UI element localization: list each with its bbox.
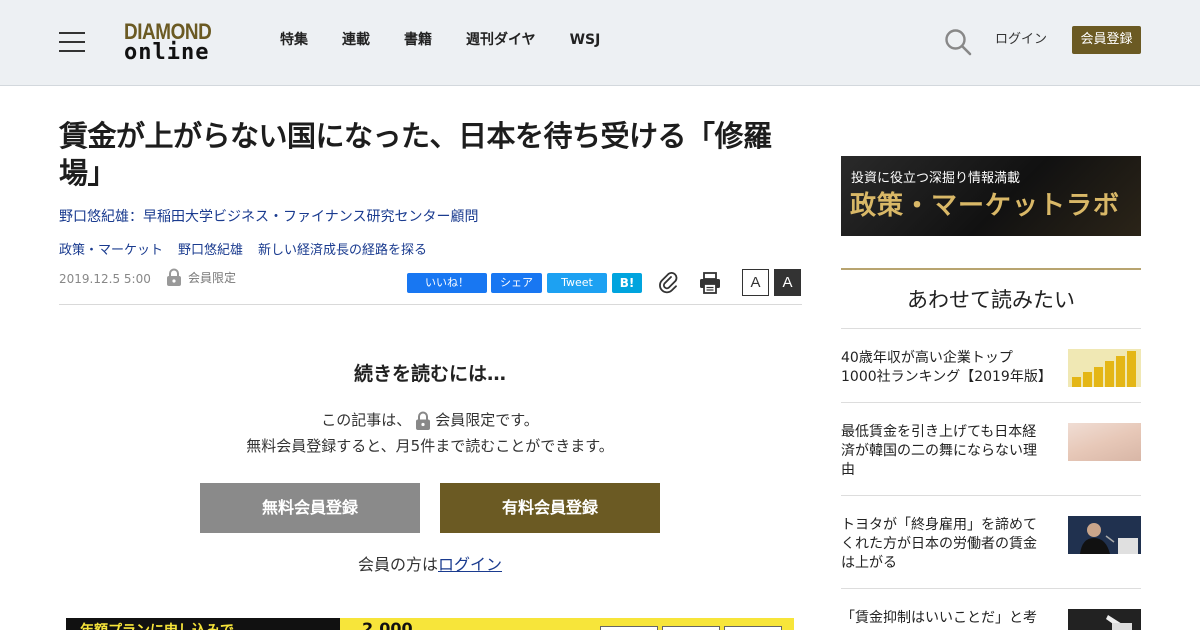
related-divider bbox=[841, 588, 1141, 589]
bottom-banner-text: 年額プランに申し込みで bbox=[80, 620, 234, 630]
banner-subtitle: 投資に役立つ深掘り情報満載 bbox=[851, 171, 1021, 186]
login-link[interactable]: ログイン bbox=[995, 31, 1047, 49]
paywall-heading: 続きを読むには… bbox=[353, 363, 506, 385]
policy-market-lab-banner[interactable]: 投資に役立つ深掘り情報満載 政策・マーケットラボ bbox=[841, 156, 1141, 236]
site-header: DIAMOND online 特集 連載 書籍 週刊ダイヤ WSJ ログイン 会… bbox=[0, 0, 1200, 86]
main-nav: 特集 連載 書籍 週刊ダイヤ WSJ bbox=[280, 31, 634, 49]
related-divider bbox=[841, 495, 1141, 496]
related-article-title[interactable]: 40歳年収が高い企業トップ1000社ランキング【2019年版】 bbox=[841, 349, 1052, 387]
bottom-banner-box bbox=[662, 626, 720, 630]
member-only-label: 会員限定 bbox=[188, 270, 237, 285]
banner-title: 政策・マーケットラボ bbox=[850, 191, 1121, 221]
article-title: 賃金が上がらない国になった、日本を待ち受ける「修羅場」 bbox=[59, 119, 772, 190]
sidebar-rule bbox=[841, 268, 1141, 270]
lock-icon bbox=[167, 268, 181, 286]
copy-link-icon[interactable] bbox=[658, 272, 680, 294]
facebook-share-button[interactable]: シェア bbox=[491, 273, 542, 293]
paywall-login-link[interactable]: ログイン bbox=[438, 555, 502, 574]
bottom-ad-banner[interactable]: 年額プランに申し込みで 2,000 bbox=[66, 618, 794, 630]
paywall-description: 無料会員登録すると、月5件まで読むことができます。 bbox=[246, 437, 614, 455]
tweet-button[interactable]: Tweet bbox=[547, 273, 607, 293]
related-article-title[interactable]: 「賃金抑制はいいことだ」と考 bbox=[841, 609, 1046, 628]
paywall-notice: この記事は、 会員限定です。 bbox=[0, 409, 860, 431]
article-tags: 政策・マーケット 野口悠紀雄 新しい経済成長の経路を探る bbox=[59, 241, 442, 261]
facebook-like-label: いいね！ bbox=[425, 276, 469, 289]
tag-policy-market[interactable]: 政策・マーケット bbox=[59, 241, 163, 261]
member-only-badge: 会員限定 bbox=[166, 268, 236, 286]
print-icon[interactable] bbox=[699, 272, 721, 294]
paywall-login-prefix: 会員の方は bbox=[357, 555, 438, 574]
bottom-banner-box bbox=[600, 626, 658, 630]
related-article-thumbnail[interactable] bbox=[1068, 423, 1141, 461]
font-size-small-button[interactable]: A bbox=[742, 269, 769, 296]
related-heading: あわせて読みたい bbox=[907, 288, 1075, 312]
speaker-photo-icon bbox=[1068, 516, 1141, 554]
nav-item-books[interactable]: 書籍 bbox=[404, 31, 432, 49]
paywall-notice-after: 会員限定です。 bbox=[435, 411, 539, 429]
article-divider bbox=[59, 304, 802, 305]
tag-author[interactable]: 野口悠紀雄 bbox=[178, 241, 243, 261]
bottom-banner-number: 2,000 bbox=[362, 619, 413, 630]
facebook-like-button[interactable]: いいね！ bbox=[407, 273, 487, 293]
nav-item-wsj[interactable]: WSJ bbox=[570, 31, 601, 49]
lock-icon bbox=[416, 411, 431, 430]
hatena-bookmark-button[interactable]: B! bbox=[612, 273, 642, 293]
logo-bottom-text: online bbox=[124, 40, 210, 65]
related-article-thumbnail[interactable] bbox=[1068, 609, 1141, 630]
paid-register-button[interactable]: 有料会員登録 bbox=[440, 483, 660, 533]
related-article-thumbnail[interactable] bbox=[1068, 516, 1141, 554]
article-date: 2019.12.5 5:00 bbox=[59, 272, 151, 286]
paywall-login: 会員の方はログイン bbox=[0, 554, 860, 576]
font-size-large-button[interactable]: A bbox=[774, 269, 801, 296]
paywall-notice-before: この記事は、 bbox=[321, 411, 412, 429]
register-button[interactable]: 会員登録 bbox=[1072, 26, 1141, 54]
nav-item-series[interactable]: 連載 bbox=[342, 31, 370, 49]
tag-series[interactable]: 新しい経済成長の経路を探る bbox=[258, 241, 427, 261]
related-divider bbox=[841, 328, 1141, 329]
free-register-button[interactable]: 無料会員登録 bbox=[200, 483, 420, 533]
search-icon[interactable] bbox=[944, 28, 972, 56]
related-article-title[interactable]: 最低賃金を引き上げても日本経済が韓国の二の舞にならない理由 bbox=[841, 423, 1046, 480]
related-article-title[interactable]: トヨタが「終身雇用」を諦めてくれた方が日本の労働者の賃金は上がる bbox=[841, 516, 1046, 573]
nav-item-special[interactable]: 特集 bbox=[280, 31, 308, 49]
menu-icon[interactable] bbox=[59, 32, 85, 52]
article-author[interactable]: 野口悠紀雄：早稲田大学ビジネス・ファイナンス研究センター顧問 bbox=[59, 207, 478, 227]
related-article-thumbnail[interactable] bbox=[1068, 349, 1141, 387]
bottom-banner-box bbox=[724, 626, 782, 630]
related-divider bbox=[841, 402, 1141, 403]
photo-icon bbox=[1068, 609, 1141, 630]
nav-item-weekly-diamond[interactable]: 週刊ダイヤ bbox=[466, 31, 536, 49]
site-logo[interactable]: DIAMOND online bbox=[124, 20, 228, 66]
